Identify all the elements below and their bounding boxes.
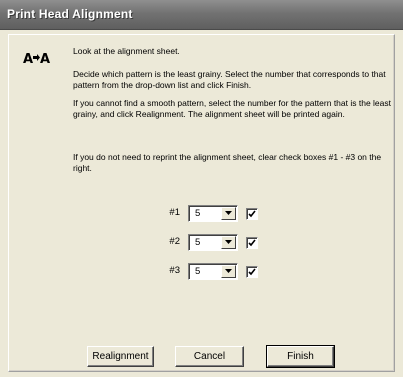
checkmark-icon [248, 210, 256, 218]
finish-button[interactable]: Finish [266, 345, 335, 368]
checkmark-icon [248, 239, 256, 247]
svg-text:A: A [40, 52, 50, 67]
realignment-button[interactable]: Realignment [87, 346, 154, 367]
instruction-decide: Decide which pattern is the least grainy… [73, 69, 386, 90]
row-label-3: #3 [169, 265, 180, 276]
pattern-select-2[interactable]: 5 [188, 234, 238, 251]
title-bar: Print Head Alignment [0, 0, 403, 30]
reprint-checkbox-1[interactable] [246, 208, 258, 220]
svg-text:A: A [23, 52, 33, 67]
window-title: Print Head Alignment [7, 7, 133, 21]
pattern-select-3-value: 5 [195, 266, 201, 277]
instruction-no-reprint: If you do not need to reprint the alignm… [73, 152, 382, 173]
cancel-button[interactable]: Cancel [175, 346, 244, 367]
row-label-1: #1 [169, 207, 180, 218]
reprint-checkbox-2[interactable] [246, 237, 258, 249]
alignment-icon: A A [23, 52, 50, 67]
instruction-realign: If you cannot find a smooth pattern, sel… [73, 98, 391, 119]
chevron-down-icon[interactable] [221, 207, 236, 220]
chevron-down-icon[interactable] [221, 236, 236, 249]
checkmark-icon [248, 268, 256, 276]
instruction-look: Look at the alignment sheet. [73, 46, 180, 56]
pattern-select-1-value: 5 [195, 208, 201, 219]
pattern-select-1[interactable]: 5 [188, 205, 238, 222]
reprint-checkbox-3[interactable] [246, 266, 258, 278]
chevron-down-icon[interactable] [221, 265, 236, 278]
pattern-select-3[interactable]: 5 [188, 263, 238, 280]
pattern-select-2-value: 5 [195, 237, 201, 248]
row-label-2: #2 [169, 236, 180, 247]
